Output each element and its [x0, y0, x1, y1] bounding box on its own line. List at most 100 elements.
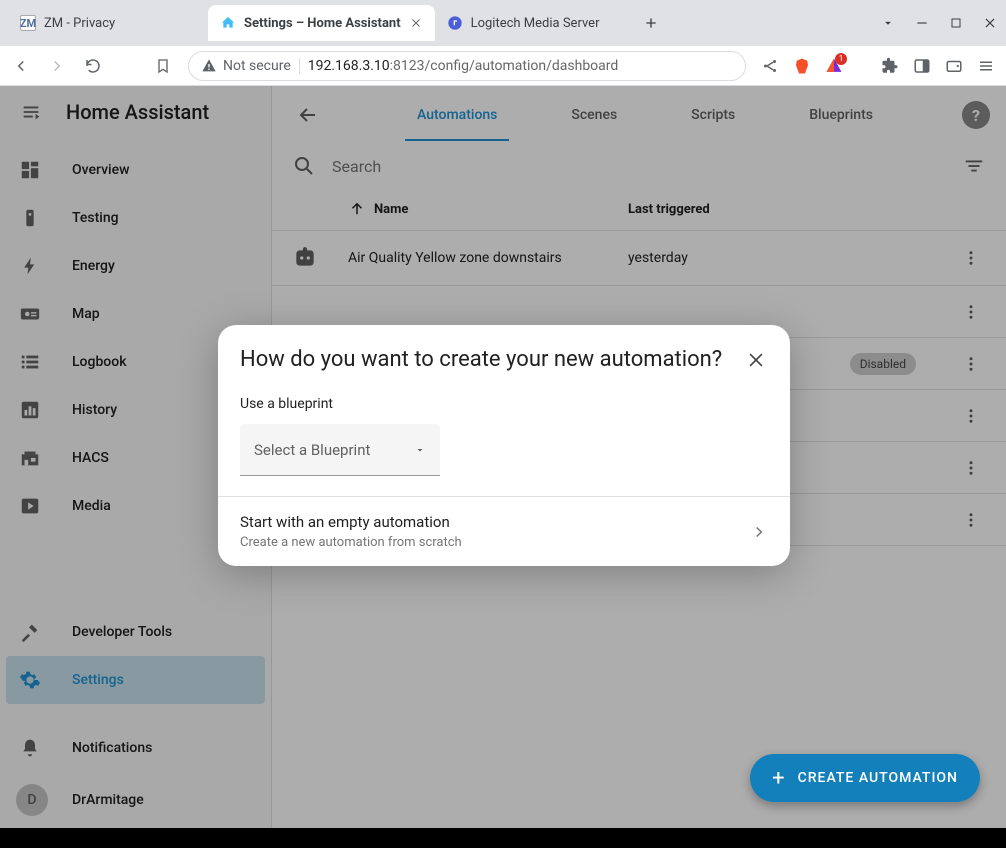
- url-path: :8123/config/automation/dashboard: [390, 58, 619, 74]
- wallet-icon[interactable]: [944, 56, 964, 76]
- user-name: DrArmitage: [72, 792, 144, 808]
- blueprint-label: Use a blueprint: [240, 396, 768, 412]
- plus-icon: +: [772, 766, 785, 791]
- browser-tab-0[interactable]: ZM ZM - Privacy: [8, 5, 208, 41]
- browser-tab-2[interactable]: Logitech Media Server: [435, 5, 635, 41]
- chevron-down-icon: [414, 444, 426, 456]
- create-automation-button[interactable]: + CREATE AUTOMATION: [750, 754, 980, 802]
- tab-search-icon[interactable]: [880, 15, 896, 31]
- browser-tab-1[interactable]: Settings – Home Assistant: [208, 5, 435, 41]
- sidebar-item-label: Developer Tools: [72, 624, 172, 640]
- app-title: Home Assistant: [66, 100, 209, 124]
- browser-menu-icon[interactable]: [976, 56, 996, 76]
- new-tab-button[interactable]: [643, 15, 659, 31]
- sidebar-item-label: Settings: [72, 672, 124, 688]
- avatar: D: [16, 784, 48, 816]
- map-icon: [18, 302, 42, 326]
- row-menu-icon[interactable]: [956, 459, 986, 477]
- tab-blueprints[interactable]: Blueprints: [797, 89, 885, 141]
- hammer-icon: [18, 620, 42, 644]
- sidebar-item-settings[interactable]: Settings: [6, 656, 265, 704]
- not-secure-icon: [201, 58, 217, 74]
- blueprint-placeholder: Select a Blueprint: [254, 441, 370, 459]
- robot-icon: [292, 245, 348, 271]
- extensions-icon[interactable]: [880, 56, 900, 76]
- row-menu-icon[interactable]: [956, 303, 986, 321]
- brave-icon[interactable]: [792, 56, 812, 76]
- remote-icon: [18, 206, 42, 230]
- search-input[interactable]: [332, 157, 962, 176]
- sidebar-item-energy[interactable]: Energy: [0, 242, 271, 290]
- filter-icon[interactable]: [962, 154, 986, 178]
- zm-favicon: ZM: [20, 15, 36, 31]
- hacs-icon: [18, 446, 42, 470]
- dialog-title: How do you want to create your new autom…: [240, 347, 722, 372]
- sidebar-item-label: Testing: [72, 210, 119, 226]
- share-icon[interactable]: [760, 56, 780, 76]
- chevron-right-icon: [750, 523, 768, 541]
- nav-reload-icon[interactable]: [82, 55, 104, 77]
- disabled-chip: Disabled: [850, 353, 916, 375]
- sidebar-item-developer-tools[interactable]: Developer Tools: [0, 608, 271, 656]
- browser-tab-title: ZM - Privacy: [44, 16, 196, 31]
- column-last-header[interactable]: Last triggered: [628, 202, 986, 217]
- brave-rewards-icon[interactable]: 1: [824, 56, 844, 76]
- tab-scripts[interactable]: Scripts: [679, 89, 747, 141]
- chart-icon: [18, 398, 42, 422]
- empty-automation-subtitle: Create a new automation from scratch: [240, 535, 462, 550]
- sidebar-item-label: Media: [72, 498, 111, 514]
- window-maximize-icon[interactable]: [948, 15, 964, 31]
- nav-back-icon[interactable]: [10, 55, 32, 77]
- new-automation-dialog: How do you want to create your new autom…: [218, 325, 790, 566]
- list-icon: [18, 350, 42, 374]
- tab-automations[interactable]: Automations: [405, 89, 509, 141]
- tab-close-icon[interactable]: [409, 16, 423, 30]
- url-scheme-label: Not secure: [223, 58, 291, 74]
- sidebar-item-label: Logbook: [72, 354, 127, 370]
- sidebar-item-testing[interactable]: Testing: [0, 194, 271, 242]
- sidebar-item-label: Overview: [72, 162, 129, 178]
- automation-last-triggered: yesterday: [628, 250, 956, 266]
- sidebar-item-label: Notifications: [72, 740, 152, 756]
- url-host: 192.168.3.10: [308, 58, 390, 74]
- column-name-header[interactable]: Name: [348, 200, 628, 218]
- window-close-icon[interactable]: [982, 15, 998, 31]
- gear-icon: [18, 668, 42, 692]
- sidebar-item-overview[interactable]: Overview: [0, 146, 271, 194]
- table-row[interactable]: Air Quality Yellow zone downstairs yeste…: [272, 231, 1006, 286]
- url-input[interactable]: Not secure 192.168.3.10:8123/config/auto…: [188, 51, 746, 81]
- tab-scenes[interactable]: Scenes: [559, 89, 629, 141]
- sidebar-collapse-icon[interactable]: [20, 101, 42, 123]
- browser-tab-title: Settings – Home Assistant: [244, 16, 401, 31]
- browser-address-bar: Not secure 192.168.3.10:8123/config/auto…: [0, 46, 1006, 86]
- sidebar-item-label: Map: [72, 306, 100, 322]
- lms-favicon: [447, 15, 463, 31]
- row-menu-icon[interactable]: [956, 511, 986, 529]
- sort-arrow-up-icon: [348, 200, 366, 218]
- sidebar-item-label: Energy: [72, 258, 115, 274]
- fab-label: CREATE AUTOMATION: [798, 770, 958, 786]
- blueprint-select[interactable]: Select a Blueprint: [240, 424, 440, 476]
- sidebar-item-label: History: [72, 402, 117, 418]
- back-button[interactable]: [288, 95, 328, 135]
- automation-name: Air Quality Yellow zone downstairs: [348, 250, 628, 266]
- help-button[interactable]: ?: [962, 101, 990, 129]
- browser-tabbar: ZM ZM - Privacy Settings – Home Assistan…: [0, 0, 1006, 46]
- bookmark-icon[interactable]: [152, 55, 174, 77]
- sidebar-item-notifications[interactable]: Notifications: [0, 724, 271, 772]
- row-menu-icon[interactable]: [956, 355, 986, 373]
- table-header: Name Last triggered: [272, 188, 1006, 231]
- dialog-close-button[interactable]: [744, 348, 768, 372]
- sidepanel-icon[interactable]: [912, 56, 932, 76]
- play-icon: [18, 494, 42, 518]
- browser-tab-title: Logitech Media Server: [471, 16, 623, 31]
- sidebar-header: Home Assistant: [0, 86, 271, 138]
- bell-icon: [18, 736, 42, 760]
- window-minimize-icon[interactable]: [914, 15, 930, 31]
- start-empty-automation[interactable]: Start with an empty automation Create a …: [218, 497, 790, 566]
- sidebar-user[interactable]: D DrArmitage: [0, 772, 271, 828]
- row-menu-icon[interactable]: [956, 249, 986, 267]
- lightning-icon: [18, 254, 42, 278]
- sidebar-item-label: HACS: [72, 450, 109, 466]
- row-menu-icon[interactable]: [956, 407, 986, 425]
